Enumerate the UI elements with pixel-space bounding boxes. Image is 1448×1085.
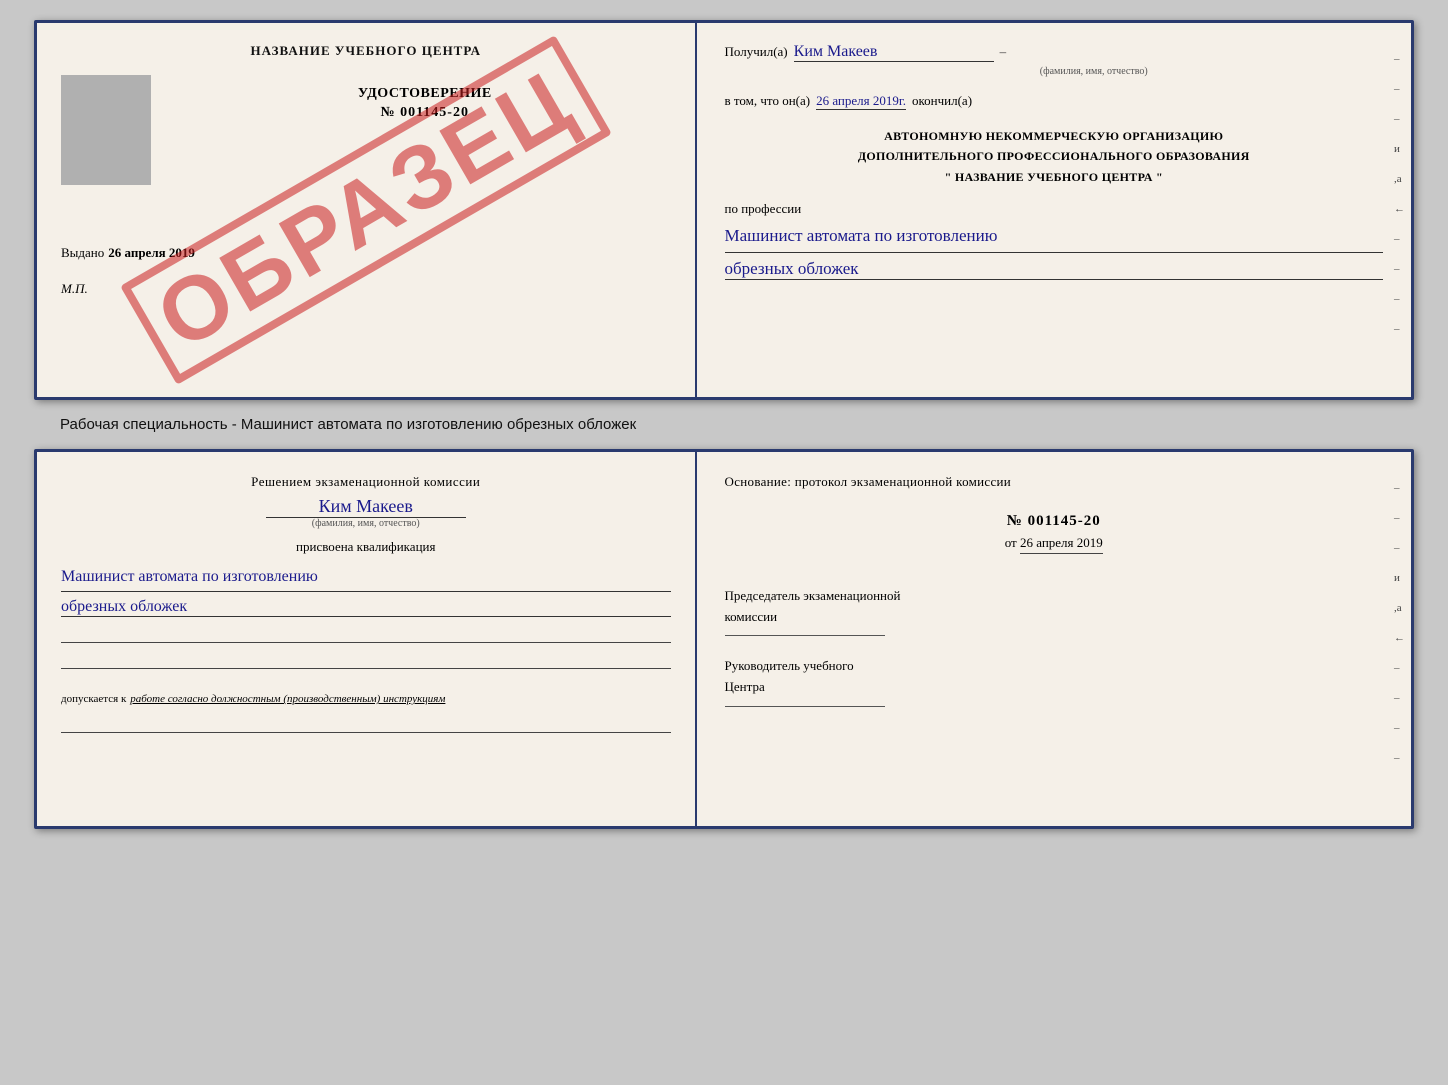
qual-line2: обрезных обложек — [61, 598, 671, 617]
in-that-line: в том, что он(а) 26 апреля 2019г. окончи… — [725, 93, 1383, 110]
cert-label: УДОСТОВЕРЕНИЕ — [179, 83, 671, 105]
bottom-person-name: Ким Макеев — [266, 496, 466, 518]
blank-line-3 — [61, 715, 671, 733]
bottom-document: Решением экзаменационной комиссии Ким Ма… — [34, 449, 1414, 829]
profession-line2: обрезных обложек — [725, 259, 1383, 280]
bottom-doc-right: – – – и ,а ← – – – – Основание: протокол… — [697, 452, 1411, 826]
org-line3: " НАЗВАНИЕ УЧЕБНОГО ЦЕНТРА " — [725, 167, 1383, 187]
blank-line-1 — [61, 625, 671, 643]
issued-date: 26 апреля 2019 — [108, 245, 195, 261]
issued-label: Выдано — [61, 245, 104, 261]
from-label: от — [1005, 535, 1017, 550]
director-block: Руководитель учебного Центра — [725, 656, 1383, 707]
basis-title: Основание: протокол экзаменационной коми… — [725, 472, 1383, 493]
by-profession-label: по профессии — [725, 201, 1383, 217]
allowed-prefix: допускается к — [61, 693, 126, 705]
allowed-italic: работе согласно должностным (производств… — [130, 693, 445, 705]
top-doc-right: – – – и ,а ← – – – – Получил(а) Ким Маке… — [697, 23, 1411, 397]
director-signature-line — [725, 706, 885, 707]
finished-label: окончил(а) — [912, 93, 972, 109]
top-doc-left: НАЗВАНИЕ УЧЕБНОГО ЦЕНТРА УДОСТОВЕРЕНИЕ №… — [37, 23, 697, 397]
org-line2: ДОПОЛНИТЕЛЬНОГО ПРОФЕССИОНАЛЬНОГО ОБРАЗО… — [725, 146, 1383, 166]
allowed-block: допускается к работе согласно должностны… — [61, 689, 671, 707]
issued-line: Выдано 26 апреля 2019 — [61, 245, 671, 261]
qual-line1: Машинист автомата по изготовлению — [61, 563, 671, 593]
side-decorations-bottom: – – – и ,а ← – – – – — [1394, 482, 1405, 764]
org-line1: АВТОНОМНУЮ НЕКОММЕРЧЕСКУЮ ОРГАНИЗАЦИЮ — [725, 126, 1383, 146]
chairman-label1: Председатель экзаменационной — [725, 586, 1383, 607]
from-date: 26 апреля 2019 — [1020, 535, 1103, 554]
profession-line1: Машинист автомата по изготовлению — [725, 221, 1383, 253]
in-that-label: в том, что он(а) — [725, 93, 811, 109]
mp-label: М.П. — [61, 281, 671, 297]
fio-label-bottom: (фамилия, имя, отчество) — [61, 518, 671, 529]
finish-date: 26 апреля 2019г. — [816, 93, 906, 110]
caption-text: Рабочая специальность - Машинист автомат… — [20, 416, 636, 433]
org-block: АВТОНОМНУЮ НЕКОММЕРЧЕСКУЮ ОРГАНИЗАЦИЮ ДО… — [725, 126, 1383, 187]
blank-line-2 — [61, 651, 671, 669]
protocol-number: № 001145-20 — [725, 513, 1383, 530]
resolution-title: Решением экзаменационной комиссии — [61, 472, 671, 492]
cert-number: № 001145-20 — [179, 105, 671, 121]
photo-placeholder — [61, 75, 151, 185]
chairman-label2: комиссии — [725, 607, 1383, 628]
director-label2: Центра — [725, 677, 1383, 698]
qualification-label: присвоена квалификация — [61, 539, 671, 555]
bottom-doc-left: Решением экзаменационной комиссии Ким Ма… — [37, 452, 697, 826]
side-decorations: – – – и ,а ← – – – – — [1394, 53, 1405, 335]
top-document: НАЗВАНИЕ УЧЕБНОГО ЦЕНТРА УДОСТОВЕРЕНИЕ №… — [34, 20, 1414, 400]
fio-label-top: (фамилия, имя, отчество) — [805, 66, 1383, 77]
recipient-name: Ким Макеев — [794, 43, 994, 62]
director-label1: Руководитель учебного — [725, 656, 1383, 677]
top-center-title: НАЗВАНИЕ УЧЕБНОГО ЦЕНТРА — [61, 43, 671, 59]
recipient-line: Получил(а) Ким Макеев – — [725, 43, 1383, 62]
received-label: Получил(а) — [725, 44, 788, 60]
chairman-block: Председатель экзаменационной комиссии — [725, 586, 1383, 637]
chairman-signature-line — [725, 635, 885, 636]
